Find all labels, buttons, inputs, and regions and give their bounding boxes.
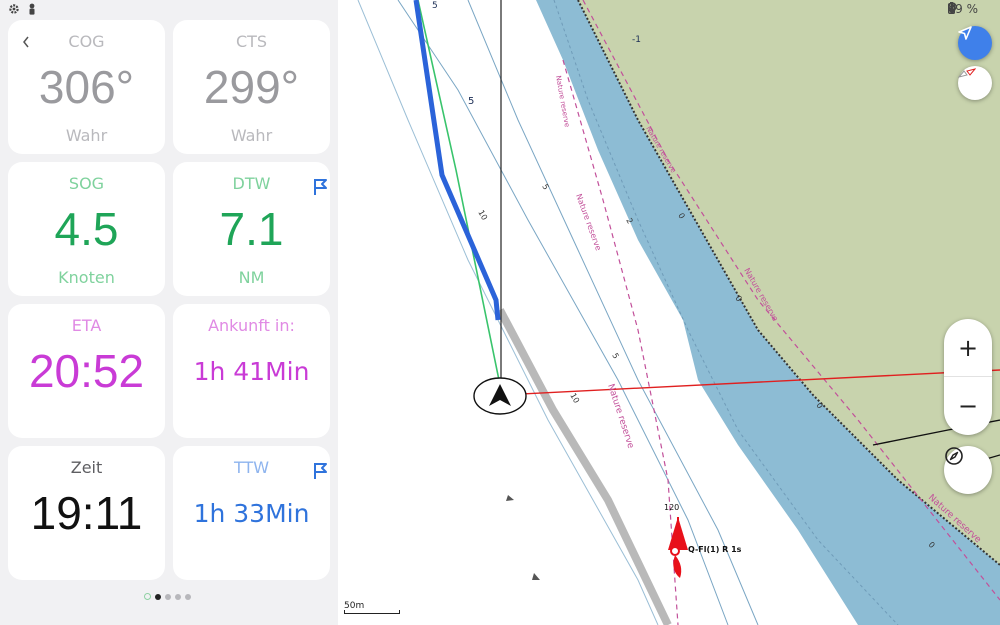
card-value: 4.5 [54,203,119,255]
buoy-light-label: Q-Fl(1) R 1s [688,545,742,554]
nature-reserve-label: Nature reserve [605,383,635,450]
card-unit: NM [238,268,265,287]
card-label: SOG [68,174,105,193]
page-indicator[interactable] [144,593,191,600]
card-unit: Wahr [65,126,108,145]
depth-label: 5 [540,183,550,192]
card-unit: Knoten [58,268,115,287]
shore-line [496,308,672,625]
compass-button[interactable] [944,446,992,494]
chart-canvas[interactable]: 5 5 -1 5 10 2 0 5 10 0 0 0 Nature reserv… [338,0,1000,625]
compass-needle-icon [958,68,976,78]
scale-bar: 50m [344,601,402,615]
status-bar-right: 49 % [947,2,978,16]
navigation-arrow-icon [958,26,972,40]
card-sog[interactable]: SOG 4.5 Knoten [8,162,165,296]
person-icon [29,3,35,15]
card-label: CTS [235,32,268,51]
settings-page-dot[interactable] [144,593,151,600]
route-line [417,0,501,386]
buoy-number-label: 120 [664,503,679,512]
depth-label: 5 [432,1,438,11]
zoom-controls: + − [944,319,992,435]
card-arrival[interactable]: Ankunft in: 1h 41Min [173,304,330,438]
status-bar-left [8,1,38,17]
card-value: 1h 41Min [193,357,310,386]
page-dot[interactable] [155,593,161,600]
waypoint-marker-icon [532,573,540,580]
zoom-in-button[interactable]: + [944,319,992,377]
card-value: 19:11 [30,487,143,539]
zoom-out-button[interactable]: − [944,377,992,435]
nature-reserve-label: Nature reserve [574,193,603,252]
flag-icon [314,179,327,195]
card-label: Ankunft in: [208,316,295,335]
waypoint-marker-icon [506,495,514,501]
gear-icon [9,4,19,14]
chevron-left-icon [23,36,29,48]
back-button[interactable] [14,28,38,56]
card-value: 20:52 [28,345,145,397]
depth-label: 5 [468,96,474,107]
data-panel: COG 306° Wahr CTS 299° Wahr SOG 4.5 Knot… [0,0,338,625]
page-dot[interactable] [165,593,171,600]
compass-icon [945,447,963,465]
depth-label: 10 [476,209,489,222]
card-dtw[interactable]: DTW 7.1 NM [173,162,330,296]
scale-line [344,610,400,614]
card-label: DTW [232,174,271,193]
north-indicator-button[interactable] [958,66,992,100]
card-eta[interactable]: ETA 20:52 [8,304,165,438]
nautical-map[interactable]: 5 5 -1 5 10 2 0 5 10 0 0 0 Nature reserv… [338,0,1000,625]
battery-indicator: 49 % [947,2,978,16]
card-unit: Wahr [230,126,273,145]
card-label: Zeit [70,458,103,477]
depth-label: 10 [568,392,581,405]
card-value: 7.1 [219,203,284,255]
card-value: 306° [38,61,135,113]
page-dot[interactable] [185,593,191,600]
flag-icon [314,463,327,479]
battery-icon [947,2,955,14]
depth-label: 5 [610,352,620,361]
card-value: 299° [203,61,300,113]
depth-label: -1 [632,35,641,45]
card-cts[interactable]: CTS 299° Wahr [173,20,330,154]
card-time[interactable]: Zeit 19:11 [8,446,165,580]
card-value: 1h 33Min [193,499,310,528]
navigation-mode-button[interactable] [958,26,992,60]
card-label: TTW [233,458,270,477]
page-dot[interactable] [175,593,181,600]
nature-reserve-label: Nature reserve [554,75,571,128]
card-label: ETA [71,316,102,335]
card-ttw[interactable]: TTW 1h 33Min [173,446,330,580]
